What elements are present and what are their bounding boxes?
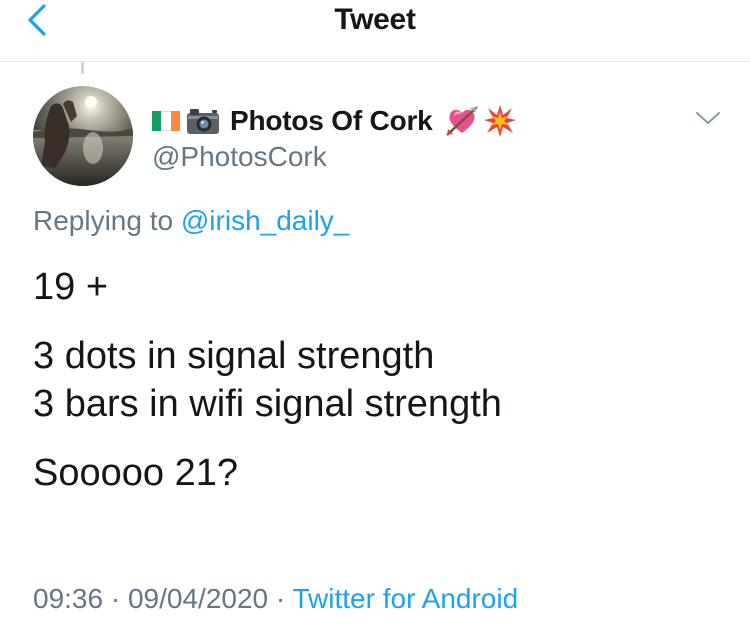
tweet-source-link[interactable]: Twitter for Android <box>293 583 519 614</box>
meta-separator: · <box>268 583 293 614</box>
tweet-time: 09:36 <box>33 583 104 614</box>
heart-with-arrow-icon <box>445 106 478 136</box>
page-title: Tweet <box>334 3 416 36</box>
collision-icon <box>483 105 516 137</box>
chevron-down-icon[interactable] <box>693 108 723 128</box>
replying-to-label: Replying to <box>33 205 174 236</box>
tweet-date: 09/04/2020 <box>127 583 269 614</box>
tweet-meta: 09:36 · 09/04/2020 · Twitter for Android <box>33 583 518 615</box>
tweet-line: 3 dots in signal strength <box>33 335 435 377</box>
author-name-row: Photos Of Cork <box>152 102 521 140</box>
camera-icon <box>187 109 219 134</box>
avatar-photo <box>33 86 133 186</box>
tweet-body: 19 + 3 dots in signal strength 3 bars in… <box>33 263 502 518</box>
ireland-flag-icon <box>152 111 180 131</box>
reply-to-link[interactable]: @irish_daily_ <box>181 205 350 236</box>
header-bar: Tweet <box>0 0 750 62</box>
tweet-line: Sooooo 21? <box>33 452 238 494</box>
meta-separator: · <box>103 583 128 614</box>
replying-to: Replying to @irish_daily_ <box>33 205 349 237</box>
author-display-name[interactable]: Photos Of Cork <box>230 105 433 137</box>
author-handle[interactable]: @PhotosCork <box>152 141 327 173</box>
avatar[interactable] <box>33 86 133 186</box>
tweet-line: 19 + <box>33 266 109 308</box>
thread-connector <box>81 62 84 74</box>
tweet-line: 3 bars in wifi signal strength <box>33 383 502 425</box>
